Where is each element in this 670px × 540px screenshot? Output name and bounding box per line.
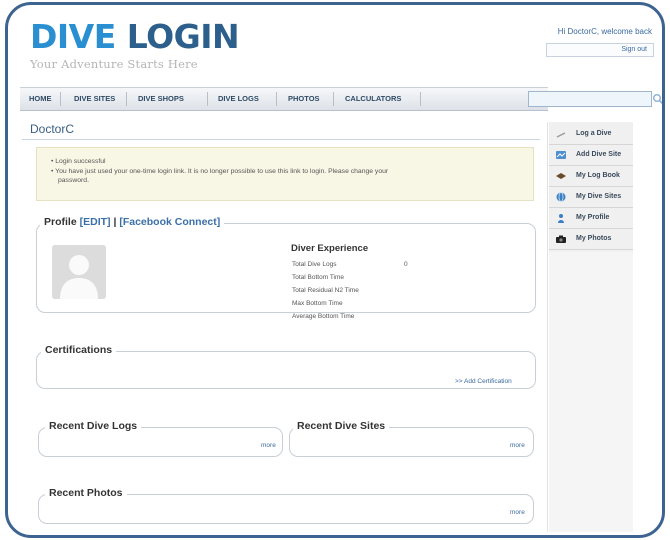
nav-item-dive-shops[interactable]: DIVE SHOPS [138, 88, 184, 110]
sidebar-item-label: Log a Dive [576, 130, 612, 137]
sidebar-item-my-dive-sites[interactable]: My Dive Sites [549, 187, 633, 208]
profile-panel [36, 223, 536, 313]
globe-icon [556, 192, 566, 202]
status-message: password. [58, 177, 89, 184]
nav-item-calculators[interactable]: CALCULATORS [345, 88, 401, 110]
pencil-icon [556, 129, 566, 139]
experience-label: Total Dive Logs [292, 261, 337, 268]
logo-word-dive: DIVE [30, 17, 116, 56]
add-certification-link[interactable]: >> Add Certification [455, 378, 512, 385]
recent-photos-more-link[interactable]: more [510, 509, 525, 516]
experience-label: Average Bottom Time [292, 313, 355, 320]
status-message-box: • Login successful • You have just used … [36, 147, 534, 201]
person-icon [556, 213, 566, 223]
browser-frame: DIVE LOGIN Your Adventure Starts Here Hi… [5, 2, 665, 538]
book-icon [556, 171, 566, 181]
search-input[interactable] [528, 91, 652, 107]
profile-heading: Profile [44, 216, 77, 228]
nav-item-dive-sites[interactable]: DIVE SITES [74, 88, 115, 110]
recent-dive-logs-heading: Recent Dive Logs [45, 419, 142, 433]
sidebar-column [549, 252, 633, 532]
nav-item-dive-logs[interactable]: DIVE LOGS [218, 88, 259, 110]
sign-out-button[interactable]: Sign out [546, 43, 654, 57]
search-icon[interactable] [652, 91, 662, 107]
welcome-message: Hi DoctorC, welcome back [557, 27, 652, 36]
nav-item-photos[interactable]: PHOTOS [288, 88, 320, 110]
message-text: You have just used your one-time login l… [55, 168, 389, 175]
legend-separator: | [113, 216, 117, 228]
site-logo[interactable]: DIVE LOGIN Your Adventure Starts Here [30, 17, 240, 72]
certifications-heading: Certifications [41, 343, 117, 357]
facebook-connect-link[interactable]: [Facebook Connect] [119, 216, 220, 228]
nav-divider [333, 92, 334, 106]
sidebar-item-log-a-dive[interactable]: Log a Dive [549, 124, 633, 145]
map-icon [556, 150, 566, 160]
recent-dive-sites-more-link[interactable]: more [510, 442, 525, 449]
status-message: • You have just used your one-time login… [51, 168, 389, 175]
status-message: • Login successful [51, 158, 106, 165]
sidebar-item-label: My Dive Sites [576, 193, 622, 200]
camera-icon [556, 234, 566, 244]
nav-divider [60, 92, 61, 106]
nav-divider [126, 92, 127, 106]
nav-divider [207, 92, 208, 106]
sidebar-item-my-profile[interactable]: My Profile [549, 208, 633, 229]
nav-divider [276, 92, 277, 106]
message-text: Login successful [55, 158, 106, 165]
edit-profile-link[interactable]: [EDIT] [80, 216, 111, 228]
sidebar-edge [547, 122, 548, 532]
recent-dive-logs-more-link[interactable]: more [261, 442, 276, 449]
sidebar-item-add-dive-site[interactable]: Add Dive Site [549, 145, 633, 166]
sidebar-item-label: My Log Book [576, 172, 620, 179]
site-tagline: Your Adventure Starts Here [30, 57, 198, 71]
recent-dive-sites-heading: Recent Dive Sites [293, 419, 390, 433]
experience-label: Total Bottom Time [292, 274, 345, 281]
sidebar-item-label: My Photos [576, 235, 612, 242]
nav-divider [420, 92, 421, 106]
recent-photos-heading: Recent Photos [45, 486, 127, 500]
experience-label: Max Bottom Time [292, 300, 343, 307]
profile-legend: Profile [EDIT] | [Facebook Connect] [40, 215, 225, 229]
main-nav: HOME DIVE SITES DIVE SHOPS DIVE LOGS PHO… [20, 87, 548, 111]
sidebar-item-my-log-book[interactable]: My Log Book [549, 166, 633, 187]
sidebar-item-label: Add Dive Site [576, 151, 622, 158]
title-divider [22, 139, 540, 140]
experience-label: Total Residual N2 Time [292, 287, 359, 294]
default-avatar-icon [52, 245, 106, 299]
diver-experience-heading: Diver Experience [291, 243, 369, 254]
page-title: DoctorC [30, 122, 75, 136]
avatar [52, 245, 106, 299]
sidebar-item-label: My Profile [576, 214, 610, 221]
experience-value: 0 [404, 261, 408, 268]
nav-item-home[interactable]: HOME [29, 88, 52, 110]
sidebar-item-my-photos[interactable]: My Photos [549, 229, 633, 250]
logo-title: DIVE LOGIN [30, 17, 240, 56]
logo-word-login: LOGIN [126, 17, 240, 56]
